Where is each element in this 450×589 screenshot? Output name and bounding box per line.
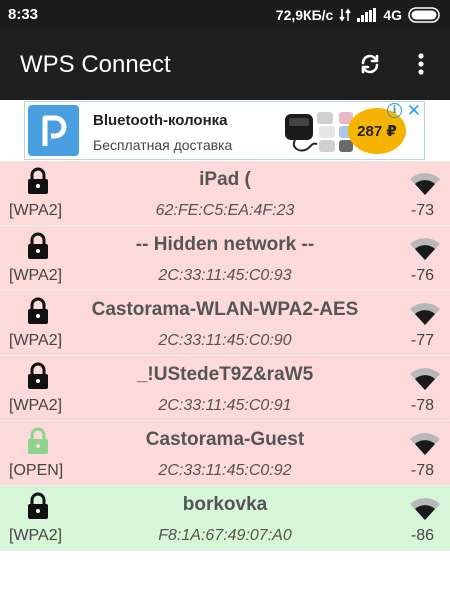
network-rssi: -86 <box>410 527 434 544</box>
lock-icon <box>28 297 48 324</box>
ad-logo <box>28 105 79 156</box>
network-ssid: borkovka <box>182 494 268 515</box>
ad-subtitle: Бесплатная доставка <box>93 137 233 153</box>
refresh-icon[interactable] <box>355 49 385 79</box>
network-bssid: 2C:33:11:45:C0:91 <box>158 397 292 414</box>
lock-icon <box>28 232 48 259</box>
wifi-signal-icon <box>410 173 440 195</box>
network-rssi: -76 <box>410 267 434 284</box>
network-security: [WPA2] <box>9 202 63 219</box>
ad-close-icon[interactable]: ✕ <box>407 102 421 121</box>
network-security: [WPA2] <box>9 527 63 544</box>
network-ssid: Castorama-Guest <box>145 429 305 450</box>
network-row[interactable]: [WPA2] borkovka F8:1A:67:49:07:A0 -86 <box>0 486 450 551</box>
signal-icon <box>357 8 377 22</box>
network-row[interactable]: [WPA2] Castorama-WLAN-WPA2-AES 2C:33:11:… <box>0 291 450 356</box>
network-row[interactable]: [WPA2] -- Hidden network -- 2C:33:11:45:… <box>0 226 450 291</box>
battery-icon <box>408 7 442 23</box>
wifi-signal-icon <box>410 368 440 390</box>
app-bar: WPS Connect <box>0 29 450 100</box>
network-security: [OPEN] <box>9 462 64 479</box>
network-ssid: -- Hidden network -- <box>135 234 315 255</box>
network-security: [WPA2] <box>9 397 63 414</box>
wifi-signal-icon <box>410 303 440 325</box>
ad-info-icon[interactable]: i <box>387 103 402 118</box>
wifi-signal-icon <box>410 433 440 455</box>
network-row[interactable]: [WPA2] iPad ( 62:FE:C5:EA:4F:23 -73 <box>0 161 450 226</box>
network-type: 4G <box>383 7 402 23</box>
data-arrows-icon <box>339 8 351 22</box>
network-rssi: -77 <box>410 332 434 349</box>
network-bssid: 2C:33:11:45:C0:92 <box>158 462 292 479</box>
app-title: WPS Connect <box>20 51 171 78</box>
status-icons: 72,9КБ/с 4G <box>276 5 442 25</box>
network-list: [WPA2] iPad ( 62:FE:C5:EA:4F:23 -73 [WPA… <box>0 161 450 551</box>
lock-icon <box>28 167 48 194</box>
status-time: 8:33 <box>8 6 39 23</box>
network-rssi: -78 <box>410 397 434 414</box>
more-vert-icon[interactable] <box>408 49 434 79</box>
lock-icon <box>28 492 48 519</box>
network-ssid: Castorama-WLAN-WPA2-AES <box>91 299 359 320</box>
wifi-signal-icon <box>410 238 440 260</box>
network-security: [WPA2] <box>9 267 63 284</box>
ad-title: Bluetooth-колонка <box>93 112 228 129</box>
network-row[interactable]: [OPEN] Castorama-Guest 2C:33:11:45:C0:92… <box>0 421 450 486</box>
wifi-signal-icon <box>410 498 440 520</box>
network-security: [WPA2] <box>9 332 63 349</box>
status-bar: 8:33 72,9КБ/с 4G <box>0 0 450 29</box>
network-bssid: 2C:33:11:45:C0:90 <box>158 332 292 349</box>
network-ssid: _!UStedeT9Z&raW5 <box>136 364 314 385</box>
network-row[interactable]: [WPA2] _!UStedeT9Z&raW5 2C:33:11:45:C0:9… <box>0 356 450 421</box>
network-rssi: -78 <box>410 462 434 479</box>
network-bssid: F8:1A:67:49:07:A0 <box>158 527 292 544</box>
network-bssid: 62:FE:C5:EA:4F:23 <box>155 202 295 219</box>
ad-banner[interactable]: Bluetooth-колонка Бесплатная доставка 28… <box>24 101 425 160</box>
network-speed: 72,9КБ/с <box>275 7 334 23</box>
network-ssid: iPad ( <box>199 169 251 190</box>
network-bssid: 2C:33:11:45:C0:93 <box>158 267 292 284</box>
lock-icon <box>28 427 48 454</box>
lock-icon <box>28 362 48 389</box>
network-rssi: -73 <box>410 202 434 219</box>
